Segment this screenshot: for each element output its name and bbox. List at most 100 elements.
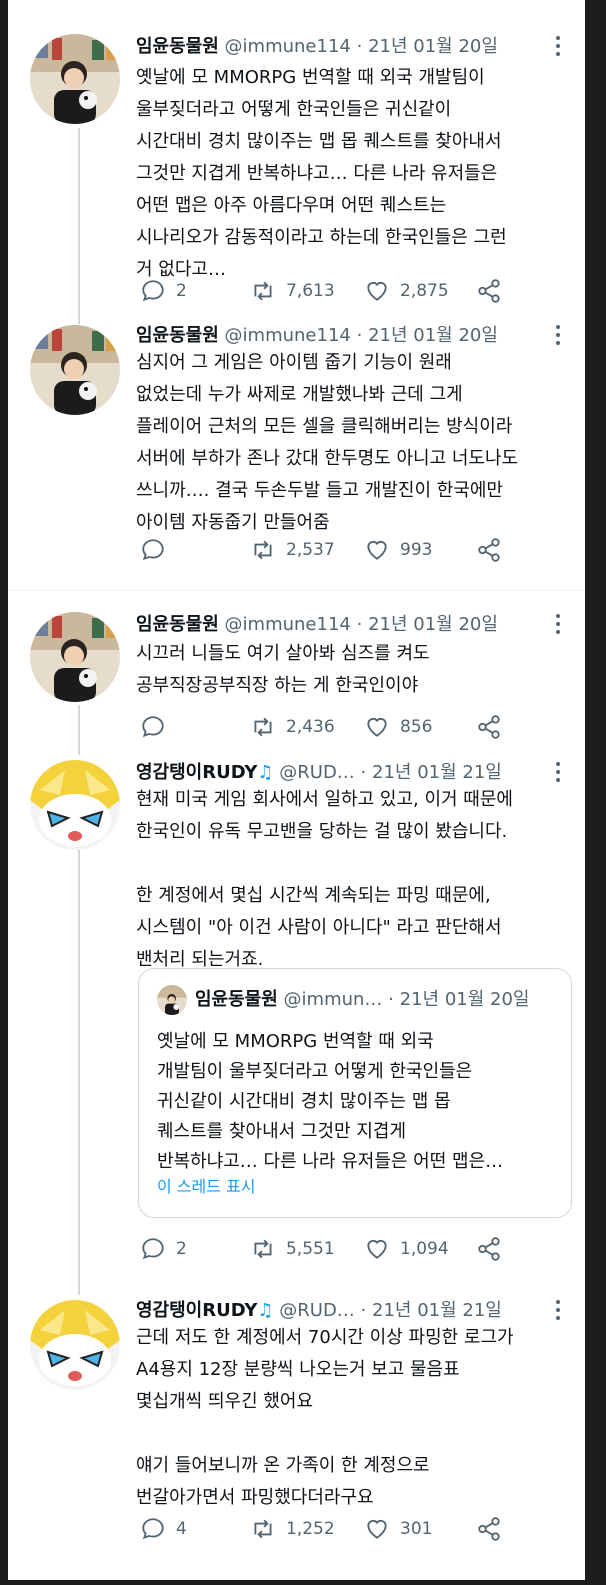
more-dots-icon[interactable] <box>548 34 568 58</box>
reply-icon <box>142 1518 164 1540</box>
like-button[interactable]: 301 <box>364 1514 432 1544</box>
retweet-button[interactable]: 2,537 <box>250 535 335 565</box>
retweet-button[interactable]: 1,252 <box>250 1514 335 1544</box>
avatar[interactable] <box>30 760 120 850</box>
separator-dot: · <box>356 325 363 346</box>
tweet-divider <box>8 590 585 591</box>
separator-dot: · <box>356 36 363 57</box>
heart-icon <box>367 1240 387 1259</box>
reply-icon <box>142 1238 164 1260</box>
reply-button[interactable] <box>140 712 176 742</box>
tweet-date[interactable]: 21년 01월 21일 <box>372 762 502 783</box>
share-button[interactable] <box>476 712 512 742</box>
like-count: 1,094 <box>400 1239 449 1259</box>
avatar[interactable] <box>30 1300 120 1390</box>
retweet-count: 2,436 <box>286 717 335 737</box>
tweet-header: 임윤동물원 @immune114 · 21년 01월 20일 <box>136 32 498 62</box>
avatar[interactable] <box>30 612 120 702</box>
share-icon <box>478 1237 500 1261</box>
reply-button[interactable]: 4 <box>140 1514 187 1544</box>
quoted-text: 옛날에 모 MMORPG 번역할 때 외국 개발팀이 울부짖더라고 어떻게 한국… <box>157 1031 504 1172</box>
share-button[interactable] <box>476 535 512 565</box>
share-icon <box>478 538 500 562</box>
tweet[interactable]: 임윤동물원 @immune114 · 21년 01월 20일 시끄러 니들도 여… <box>8 612 585 752</box>
retweet-icon <box>254 717 272 737</box>
separator-dot: · <box>388 989 394 1010</box>
retweet-count: 7,613 <box>286 281 335 301</box>
avatar[interactable] <box>30 34 120 124</box>
tweet-date[interactable]: 21년 01월 20일 <box>368 325 498 346</box>
tweet-actions: 2 5,551 1,094 <box>136 1234 576 1264</box>
more-dots-icon[interactable] <box>548 1298 568 1322</box>
more-dots-icon[interactable] <box>548 760 568 784</box>
heart-icon <box>367 541 387 560</box>
tweet-date[interactable]: 21년 01월 21일 <box>372 1300 502 1321</box>
user-handle[interactable]: @immune114 <box>225 614 351 635</box>
share-icon <box>478 279 500 303</box>
tweet[interactable]: 임윤동물원 @immune114 · 21년 01월 20일 심지어 그 게임은… <box>8 325 585 590</box>
tweet-actions: 2,537 993 <box>136 535 576 565</box>
share-icon <box>478 1517 500 1541</box>
retweet-button[interactable]: 5,551 <box>250 1234 335 1264</box>
like-button[interactable]: 993 <box>364 535 432 565</box>
like-count: 993 <box>400 540 433 560</box>
quoted-handle: @immun… <box>283 989 383 1010</box>
heart-icon <box>367 718 387 737</box>
tweet-date[interactable]: 21년 01월 20일 <box>368 36 498 57</box>
display-name[interactable]: 임윤동물원 <box>136 36 219 57</box>
retweet-count: 2,537 <box>286 540 335 560</box>
tweet-header: 임윤동물원 @immune114 · 21년 01월 20일 <box>136 610 498 640</box>
user-handle[interactable]: @immune114 <box>225 36 351 57</box>
like-count: 2,875 <box>400 281 449 301</box>
reply-count: 2 <box>176 281 187 301</box>
heart-icon <box>367 1520 387 1539</box>
reply-icon <box>142 539 164 561</box>
reply-icon <box>142 280 164 302</box>
display-name[interactable]: 영감탱이RUDY <box>136 1300 257 1321</box>
tweet-actions: 4 1,252 301 <box>136 1514 576 1544</box>
tweet[interactable]: 영감탱이RUDY♫ @RUD… · 21년 01월 21일 현재 미국 게임 회… <box>8 760 585 1280</box>
share-button[interactable] <box>476 276 512 306</box>
quoted-display-name: 임윤동물원 <box>195 989 278 1010</box>
tweet-date[interactable]: 21년 01월 20일 <box>368 614 498 635</box>
more-dots-icon[interactable] <box>548 612 568 636</box>
tweet-actions: 2,436 856 <box>136 712 576 742</box>
avatar[interactable] <box>30 325 120 415</box>
retweet-button[interactable]: 2,436 <box>250 712 335 742</box>
quoted-tweet[interactable]: 임윤동물원 @immun… · 21년 01월 20일 옛날에 모 MMORPG… <box>138 968 572 1218</box>
user-handle[interactable]: @RUD… <box>279 1300 355 1321</box>
quoted-avatar <box>157 985 187 1015</box>
like-button[interactable]: 856 <box>364 712 432 742</box>
like-count: 856 <box>400 717 433 737</box>
share-button[interactable] <box>476 1514 512 1544</box>
more-dots-icon[interactable] <box>548 323 568 347</box>
retweet-icon <box>254 1239 272 1259</box>
reply-button[interactable]: 2 <box>140 276 187 306</box>
share-button[interactable] <box>476 1234 512 1264</box>
timeline: 임윤동물원 @immune114 · 21년 01월 20일 옛날에 모 MMO… <box>8 0 585 1580</box>
retweet-button[interactable]: 7,613 <box>250 276 335 306</box>
like-button[interactable]: 2,875 <box>364 276 449 306</box>
tweet[interactable]: 임윤동물원 @immune114 · 21년 01월 20일 옛날에 모 MMO… <box>8 0 585 325</box>
reply-button[interactable]: 2 <box>140 1234 187 1264</box>
tweet-text: 근데 저도 한 계정에서 70시간 이상 파밍한 로그가 A4용지 12장 분량… <box>136 1327 514 1508</box>
show-thread-link[interactable]: 이 스레드 표시 <box>157 1173 256 1197</box>
reply-button[interactable] <box>140 535 176 565</box>
retweet-icon <box>254 1519 272 1539</box>
display-name[interactable]: 영감탱이RUDY <box>136 762 257 783</box>
user-handle[interactable]: @RUD… <box>279 762 355 783</box>
like-count: 301 <box>400 1519 433 1539</box>
quoted-header: 임윤동물원 @immun… · 21년 01월 20일 <box>195 985 529 1015</box>
display-name[interactable]: 임윤동물원 <box>136 614 219 635</box>
like-button[interactable]: 1,094 <box>364 1234 449 1264</box>
tweet-actions: 2 7,613 2,875 <box>136 276 576 306</box>
share-icon <box>478 715 500 739</box>
music-note-icon: ♫ <box>257 762 274 783</box>
tweet-text: 시끄러 니들도 여기 살아봐 심즈를 켜도 공부직장공부직장 하는 게 한국인이… <box>136 643 430 696</box>
user-handle[interactable]: @immune114 <box>225 325 351 346</box>
display-name[interactable]: 임윤동물원 <box>136 325 219 346</box>
tweet[interactable]: 영감탱이RUDY♫ @RUD… · 21년 01월 21일 근데 저도 한 계정… <box>8 1300 585 1570</box>
retweet-icon <box>254 540 272 560</box>
reply-icon <box>142 716 164 738</box>
retweet-count: 1,252 <box>286 1519 335 1539</box>
